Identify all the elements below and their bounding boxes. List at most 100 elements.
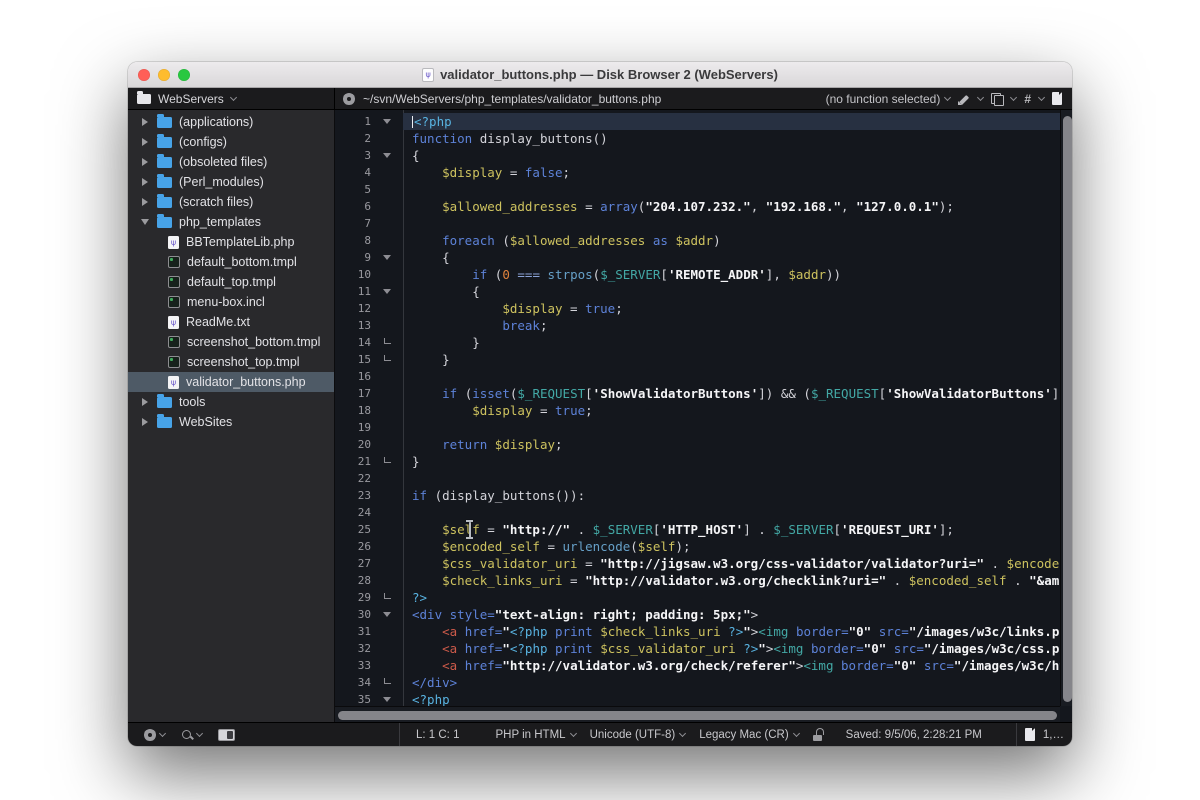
- fold-open-icon[interactable]: [371, 612, 403, 617]
- code-line[interactable]: 7: [335, 215, 1060, 232]
- code-line[interactable]: 13 break;: [335, 317, 1060, 334]
- code-text[interactable]: }: [403, 334, 1060, 351]
- code-text[interactable]: {: [403, 147, 1060, 164]
- code-line[interactable]: 11 {: [335, 283, 1060, 300]
- code-line[interactable]: 28 $check_links_uri = "http://validator.…: [335, 572, 1060, 589]
- code-text[interactable]: return $display;: [403, 436, 1060, 453]
- code-line[interactable]: 34</div>: [335, 674, 1060, 691]
- sidebar-item[interactable]: tools: [128, 392, 334, 412]
- fold-open-icon[interactable]: [371, 153, 403, 158]
- code-line[interactable]: 8 foreach ($allowed_addresses as $addr): [335, 232, 1060, 249]
- code-line[interactable]: 30<div style="text-align: right; padding…: [335, 606, 1060, 623]
- code-text[interactable]: function display_buttons(): [403, 130, 1060, 147]
- sidebar-item[interactable]: screenshot_bottom.tmpl: [128, 332, 334, 352]
- sidebar-item[interactable]: (applications): [128, 112, 334, 132]
- fold-open-icon[interactable]: [371, 255, 403, 260]
- code-line[interactable]: 33 <a href="http://validator.w3.org/chec…: [335, 657, 1060, 674]
- code-line[interactable]: 31 <a href="<?php print $check_links_uri…: [335, 623, 1060, 640]
- sidebar-item[interactable]: (obsoleted files): [128, 152, 334, 172]
- disclosure-collapsed-icon[interactable]: [140, 118, 150, 126]
- sidebar-item[interactable]: screenshot_top.tmpl: [128, 352, 334, 372]
- disclosure-collapsed-icon[interactable]: [140, 198, 150, 206]
- close-window-button[interactable]: [138, 69, 150, 81]
- sidebar-item[interactable]: php_templates: [128, 212, 334, 232]
- code-line[interactable]: 20 return $display;: [335, 436, 1060, 453]
- disclosure-collapsed-icon[interactable]: [140, 158, 150, 166]
- fold-close-icon[interactable]: [371, 341, 403, 344]
- sidebar-item[interactable]: WebSites: [128, 412, 334, 432]
- fold-close-icon[interactable]: [371, 596, 403, 599]
- markers-icon[interactable]: [958, 93, 970, 105]
- code-text[interactable]: if (display_buttons()):: [403, 487, 1060, 504]
- documents-icon[interactable]: [991, 93, 1003, 105]
- code-text[interactable]: <?php: [403, 113, 1060, 130]
- code-line[interactable]: 35<?php: [335, 691, 1060, 706]
- code-editor[interactable]: 1<?php2function display_buttons()3{4 $di…: [335, 110, 1072, 722]
- code-text[interactable]: break;: [403, 317, 1060, 334]
- fold-close-icon[interactable]: [371, 681, 403, 684]
- gear-icon[interactable]: [343, 93, 355, 105]
- sidebar-options-menu[interactable]: [144, 729, 165, 741]
- line-ending-dropdown[interactable]: Legacy Mac (CR): [699, 729, 798, 741]
- disclosure-collapsed-icon[interactable]: [140, 138, 150, 146]
- code-text[interactable]: </div>: [403, 674, 1060, 691]
- code-line[interactable]: 5: [335, 181, 1060, 198]
- sidebar-toggle-button[interactable]: [218, 729, 235, 741]
- horizontal-scrollbar[interactable]: [335, 706, 1060, 722]
- code-text[interactable]: $encoded_self = urlencode($self);: [403, 538, 1060, 555]
- sidebar-item[interactable]: menu-box.incl: [128, 292, 334, 312]
- language-dropdown[interactable]: PHP in HTML: [495, 729, 575, 741]
- file-path-breadcrumb[interactable]: ~/svn/WebServers/php_templates/validator…: [363, 92, 661, 106]
- code-line[interactable]: 16: [335, 368, 1060, 385]
- code-line[interactable]: 21}: [335, 453, 1060, 470]
- code-line[interactable]: 10 if (0 === strpos($_SERVER['REMOTE_ADD…: [335, 266, 1060, 283]
- encoding-dropdown[interactable]: Unicode (UTF-8): [590, 729, 686, 741]
- function-selector-dropdown[interactable]: (no function selected): [826, 92, 951, 106]
- sidebar-item[interactable]: (configs): [128, 132, 334, 152]
- sidebar-item[interactable]: (Perl_modules): [128, 172, 334, 192]
- fold-open-icon[interactable]: [371, 697, 403, 702]
- code-line[interactable]: 4 $display = false;: [335, 164, 1060, 181]
- code-text[interactable]: {: [403, 249, 1060, 266]
- code-text[interactable]: $display = false;: [403, 164, 1060, 181]
- sidebar-item[interactable]: BBTemplateLib.php: [128, 232, 334, 252]
- code-line[interactable]: 14 }: [335, 334, 1060, 351]
- code-line[interactable]: 23if (display_buttons()):: [335, 487, 1060, 504]
- code-line[interactable]: 9 {: [335, 249, 1060, 266]
- document-icon[interactable]: [1052, 92, 1062, 105]
- code-text[interactable]: {: [403, 283, 1060, 300]
- line-number-menu[interactable]: #: [1024, 92, 1031, 106]
- sidebar-item[interactable]: default_top.tmpl: [128, 272, 334, 292]
- vertical-scrollbar[interactable]: [1060, 110, 1072, 706]
- unlocked-padlock-icon[interactable]: [813, 728, 824, 741]
- vertical-scrollbar-thumb[interactable]: [1063, 116, 1072, 702]
- code-text[interactable]: $display = true;: [403, 402, 1060, 419]
- code-line[interactable]: 25 $self = "http://" . $_SERVER['HTTP_HO…: [335, 521, 1060, 538]
- code-line[interactable]: 22: [335, 470, 1060, 487]
- sidebar-item[interactable]: default_bottom.tmpl: [128, 252, 334, 272]
- code-text[interactable]: <a href="http://validator.w3.org/check/r…: [403, 657, 1060, 674]
- code-line[interactable]: 18 $display = true;: [335, 402, 1060, 419]
- code-text[interactable]: if (isset($_REQUEST['ShowValidatorButton…: [403, 385, 1060, 402]
- sidebar-root-selector[interactable]: WebServers: [128, 88, 335, 109]
- code-line[interactable]: 15 }: [335, 351, 1060, 368]
- disclosure-collapsed-icon[interactable]: [140, 398, 150, 406]
- disclosure-expanded-icon[interactable]: [140, 219, 150, 225]
- code-text[interactable]: if (0 === strpos($_SERVER['REMOTE_ADDR']…: [403, 266, 1060, 283]
- code-text[interactable]: }: [403, 351, 1060, 368]
- code-text[interactable]: <div style="text-align: right; padding: …: [403, 606, 1060, 623]
- code-line[interactable]: 29?>: [335, 589, 1060, 606]
- code-text[interactable]: [403, 470, 1060, 487]
- code-text[interactable]: $self = "http://" . $_SERVER['HTTP_HOST'…: [403, 521, 1060, 538]
- code-text[interactable]: [403, 181, 1060, 198]
- code-text[interactable]: foreach ($allowed_addresses as $addr): [403, 232, 1060, 249]
- code-line[interactable]: 12 $display = true;: [335, 300, 1060, 317]
- disclosure-collapsed-icon[interactable]: [140, 418, 150, 426]
- code-text[interactable]: $css_validator_uri = "http://jigsaw.w3.o…: [403, 555, 1060, 572]
- code-text[interactable]: <a href="<?php print $check_links_uri ?>…: [403, 623, 1060, 640]
- code-text[interactable]: ?>: [403, 589, 1060, 606]
- code-text[interactable]: [403, 504, 1060, 521]
- fold-open-icon[interactable]: [371, 289, 403, 294]
- code-line[interactable]: 32 <a href="<?php print $css_validator_u…: [335, 640, 1060, 657]
- zoom-window-button[interactable]: [178, 69, 190, 81]
